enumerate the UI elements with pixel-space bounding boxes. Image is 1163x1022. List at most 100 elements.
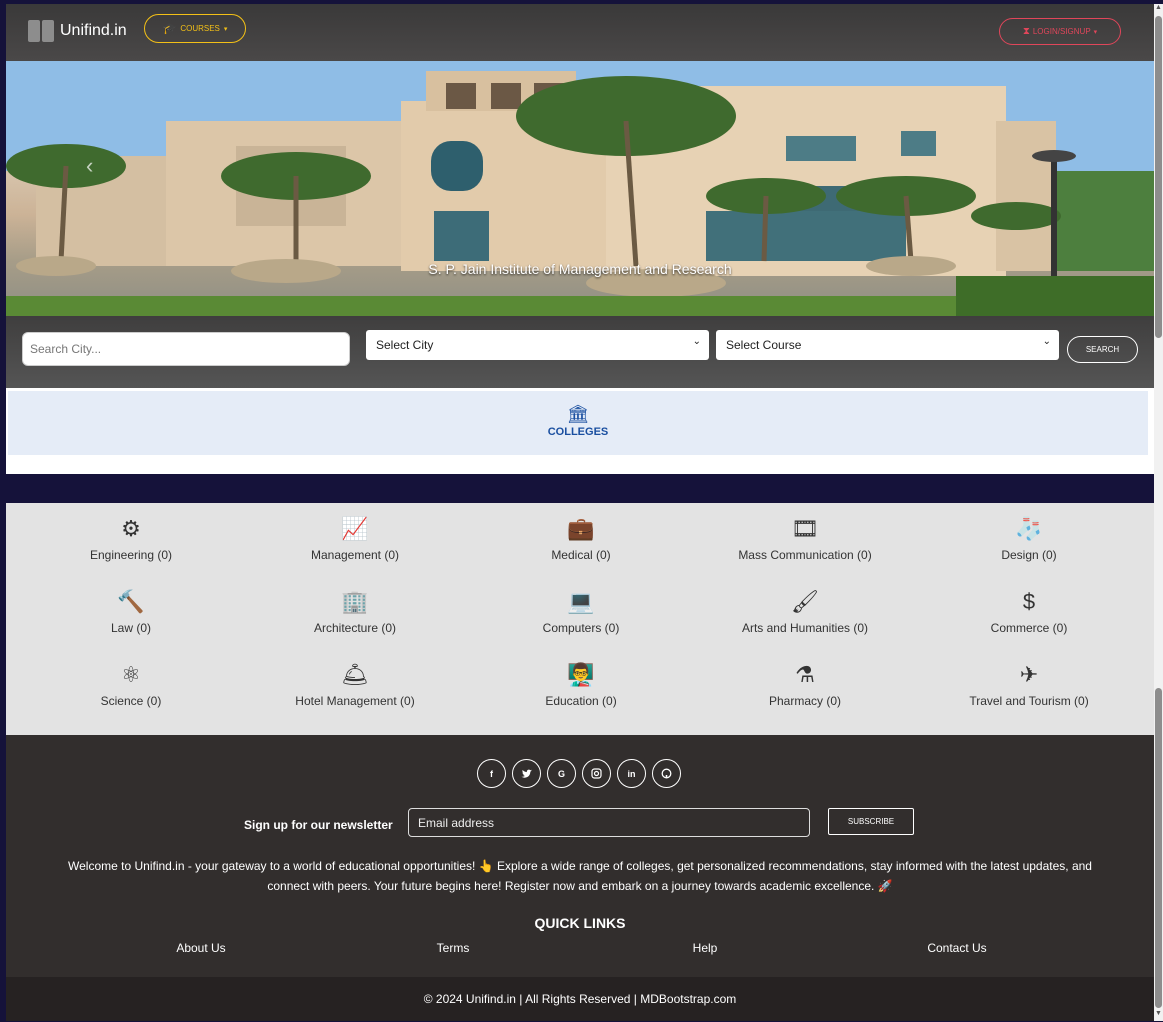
category-item[interactable]: 🔨 Law (0) <box>21 589 241 635</box>
category-label: Commerce (0) <box>990 621 1068 635</box>
category-label: Travel and Tourism (0) <box>969 694 1089 708</box>
category-item[interactable]: 💻 Computers (0) <box>471 589 691 635</box>
quick-links-title: QUICK LINKS <box>534 915 626 931</box>
category-label: Hotel Management (0) <box>295 694 415 708</box>
facebook-icon[interactable]: f <box>477 759 506 788</box>
scroll-thumb-top[interactable] <box>1155 16 1162 338</box>
chart-line-icon: 📈 <box>341 516 369 541</box>
gears-icon: ⚙ <box>121 516 141 541</box>
github-icon[interactable] <box>652 759 681 788</box>
scroll-thumb-bottom[interactable] <box>1155 688 1162 1008</box>
search-city-input[interactable]: Search City... <box>22 332 350 366</box>
book-icon <box>28 20 54 42</box>
category-label: Science (0) <box>100 694 162 708</box>
category-label: Education (0) <box>545 694 617 708</box>
category-label: Engineering (0) <box>89 548 173 562</box>
category-item[interactable]: 📈 Management (0) <box>245 516 465 562</box>
category-item[interactable]: ⚛ Science (0) <box>21 662 241 708</box>
google-icon[interactable]: G <box>547 759 576 788</box>
caret-down-icon: ▾ <box>223 25 228 33</box>
category-label: Law (0) <box>110 621 151 635</box>
login-label: LOGIN/SIGNUP <box>1032 27 1091 36</box>
university-icon: 🏛 <box>566 404 590 424</box>
building-icon: 🏢 <box>341 589 369 614</box>
brand-link[interactable]: Unifind.in <box>28 20 127 42</box>
paintbrush-icon: 🖌 <box>791 589 819 614</box>
category-label: Medical (0) <box>551 548 611 562</box>
search-bar: Search City... Select City ⌄ Select Cour… <box>6 316 1154 388</box>
page-scrollbar[interactable]: ▲ ▼ <box>1154 4 1163 1021</box>
atom-icon: ⚛ <box>121 662 141 687</box>
section-divider <box>6 474 1154 503</box>
concierge-bell-icon: 🛎 <box>341 662 369 687</box>
hourglass-icon: ⧗ <box>1022 26 1030 37</box>
link-terms[interactable]: Terms <box>353 941 553 955</box>
tab-colleges[interactable]: 🏛 COLLEGES <box>8 391 1148 455</box>
scroll-up-icon[interactable]: ▲ <box>1154 4 1163 11</box>
hero-carousel: ‹ S. P. Jain Institute of Management and… <box>6 61 1154 316</box>
category-item[interactable]: 🖌 Arts and Humanities (0) <box>695 589 915 635</box>
carousel-prev-icon[interactable]: ‹ <box>86 153 93 179</box>
category-item[interactable]: ⚗ Pharmacy (0) <box>695 662 915 708</box>
category-grid: ⚙ Engineering (0) 📈 Management (0) 💼 Medical … <box>6 503 1154 735</box>
select-course-dropdown[interactable]: Select Course ⌄ <box>716 330 1059 360</box>
category-item[interactable]: $ Commerce (0) <box>919 589 1139 635</box>
search-button[interactable]: SEARCH <box>1067 336 1138 363</box>
social-links: f G in <box>477 759 681 788</box>
category-item[interactable]: ✈ Travel and Tourism (0) <box>919 662 1139 708</box>
subscribe-button[interactable]: SUBSCRIBE <box>828 808 914 835</box>
category-item[interactable]: 🏢 Architecture (0) <box>245 589 465 635</box>
courses-dropdown-button[interactable]: 🎓 COURSES ▾ <box>144 14 246 43</box>
socks-icon: 🧦 <box>1015 516 1043 541</box>
link-help[interactable]: Help <box>605 941 805 955</box>
hand-dollar-icon: $ <box>1022 589 1036 614</box>
login-signup-button[interactable]: ⧗ LOGIN/SIGNUP ▾ <box>999 18 1121 45</box>
about-text: Welcome to Unifind.in - your gateway to … <box>68 859 1092 893</box>
category-item[interactable]: 💼 Medical (0) <box>471 516 691 562</box>
category-label: Mass Communication (0) <box>738 548 872 562</box>
laptop-icon: 💻 <box>567 589 595 614</box>
category-label: Arts and Humanities (0) <box>741 621 869 635</box>
caret-down-icon: ▾ <box>1093 28 1098 36</box>
category-label: Pharmacy (0) <box>768 694 842 708</box>
tabs-section: 🏛 COLLEGES <box>6 388 1154 474</box>
chevron-down-icon: ⌄ <box>1042 336 1051 347</box>
category-item[interactable]: 👨‍🏫 Education (0) <box>471 662 691 708</box>
film-icon: 🎞 <box>791 516 819 541</box>
instagram-icon[interactable] <box>582 759 611 788</box>
graduation-cap-icon: 🎓 <box>162 23 177 35</box>
chalkboard-teacher-icon: 👨‍🏫 <box>567 662 595 687</box>
category-item[interactable]: 🛎 Hotel Management (0) <box>245 662 465 708</box>
newsletter-label: Sign up for our newsletter <box>244 818 393 832</box>
brand-name: Unifind.in <box>60 22 127 39</box>
category-item[interactable]: 🧦 Design (0) <box>919 516 1139 562</box>
category-label: Computers (0) <box>542 621 620 635</box>
select-city-dropdown[interactable]: Select City ⌄ <box>366 330 709 360</box>
category-label: Architecture (0) <box>313 621 397 635</box>
scroll-down-icon[interactable]: ▼ <box>1154 1010 1163 1017</box>
hero-caption: S. P. Jain Institute of Management and R… <box>428 261 732 277</box>
category-item[interactable]: 🎞 Mass Communication (0) <box>695 516 915 562</box>
linkedin-icon[interactable]: in <box>617 759 646 788</box>
chevron-down-icon: ⌄ <box>692 336 701 347</box>
category-label: Management (0) <box>310 548 400 562</box>
select-course-value: Select Course <box>726 338 802 352</box>
gavel-icon: 🔨 <box>117 589 145 614</box>
footer: f G in Sign up for our newsletter Email … <box>6 735 1154 977</box>
plane-departure-icon: ✈ <box>1019 662 1039 687</box>
medical-kit-icon: 💼 <box>567 516 595 541</box>
navbar: Unifind.in 🎓 COURSES ▾ ⧗ LOGIN/SIGNUP ▾ <box>6 4 1154 61</box>
link-contact-us[interactable]: Contact Us <box>857 941 1057 955</box>
category-label: Design (0) <box>1001 548 1057 562</box>
campus-photo <box>6 61 1154 316</box>
email-field[interactable]: Email address <box>408 808 810 837</box>
copyright-bar: © 2024 Unifind.in | All Rights Reserved … <box>6 977 1154 1021</box>
link-about-us[interactable]: About Us <box>101 941 301 955</box>
twitter-icon[interactable] <box>512 759 541 788</box>
flask-icon: ⚗ <box>795 662 815 687</box>
tab-colleges-label: COLLEGES <box>547 426 609 438</box>
category-item[interactable]: ⚙ Engineering (0) <box>21 516 241 562</box>
select-city-value: Select City <box>376 338 434 352</box>
courses-label: COURSES <box>180 24 220 33</box>
copyright-text: © 2024 Unifind.in | All Rights Reserved … <box>423 992 737 1006</box>
